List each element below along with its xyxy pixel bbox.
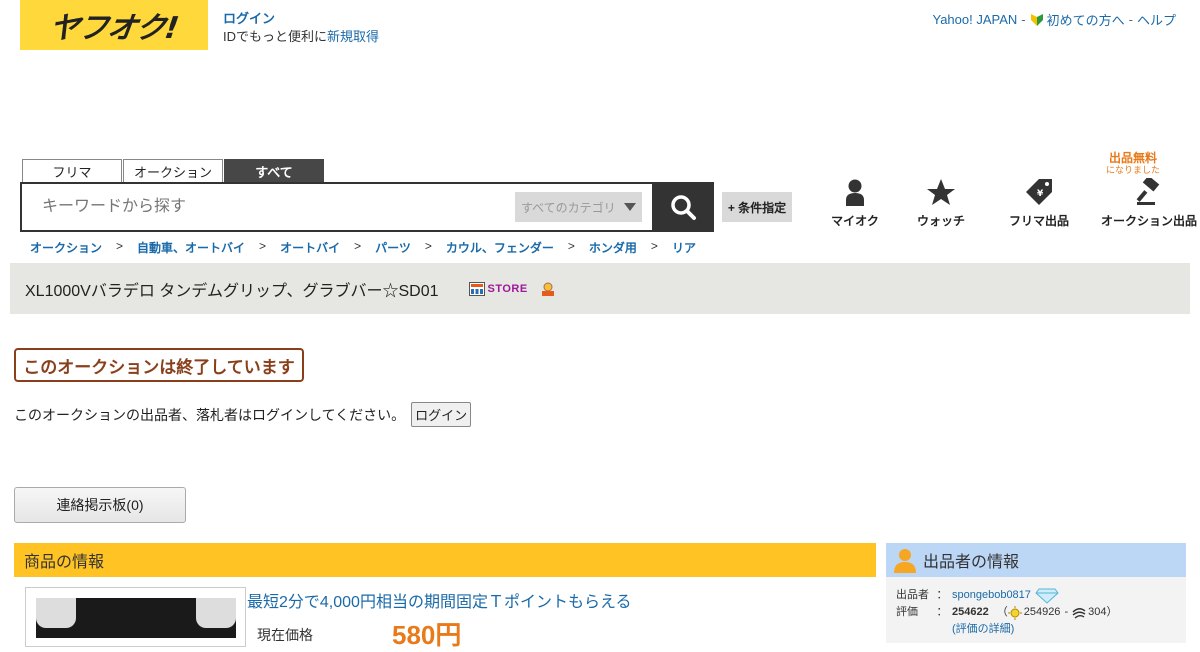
login-prompt: このオークションの出品者、落札者はログインしてください。 ログイン [14, 402, 472, 427]
gavel-icon [1136, 178, 1160, 205]
breadcrumb-separator: > [354, 239, 362, 253]
store-badge[interactable]: STORE [468, 281, 528, 296]
breadcrumb-separator: > [116, 239, 124, 253]
product-photo-detail [196, 598, 236, 628]
free-badge-text: 出品無料 [1108, 151, 1157, 165]
auction-ended-label: このオークションは終了しています [14, 348, 304, 382]
category-select-label: すべてのカテゴリ [521, 200, 616, 215]
breadcrumb: オークション > 自動車、オートバイ > オートバイ > パーツ > カウル、フ… [30, 239, 696, 256]
condition-button[interactable]: + 条件指定 [722, 192, 792, 222]
breadcrumb-separator: > [650, 239, 658, 253]
rating-separator: - [1064, 606, 1069, 618]
nav-furima-sell[interactable]: ¥ フリマ出品 [984, 178, 1094, 229]
breadcrumb-item[interactable]: リア [672, 239, 696, 256]
yahuoku-logo[interactable]: ヤフオク! [20, 0, 208, 50]
search-icon [671, 195, 696, 220]
rating-detail-link[interactable]: (評価の詳細) [952, 623, 1014, 635]
top-links: Yahoo! JAPAN - 初めての方へ - ヘルプ [932, 10, 1176, 29]
search-box: すべてのカテゴリ [20, 182, 714, 232]
logo-text: ヤフオク! [47, 11, 181, 46]
seller-key: 出品者 [896, 589, 929, 601]
svg-text:¥: ¥ [1037, 189, 1044, 199]
search-button[interactable] [652, 182, 714, 232]
nav-label: フリマ出品 [1008, 214, 1069, 228]
nav-icons: マイオク ウォッチ ¥ フリマ出品 オークション出品 [812, 178, 1200, 229]
seller-info-panel: 出品者の情報 出品者 ： spongebob0817 評価 ： 254622 （… [886, 543, 1186, 643]
user-icon [894, 549, 916, 573]
rating-paren: （ [996, 606, 1008, 618]
free-badge-sub: になりました [1105, 165, 1160, 175]
tab-auction[interactable]: オークション [123, 159, 223, 183]
sun-icon [1007, 605, 1022, 620]
item-title-bar: XL1000Vバラデロ タンデムグリップ、グラブバー☆SD01 STORE [10, 263, 1190, 314]
login-link[interactable]: ログイン [223, 11, 275, 26]
nav-watch[interactable]: ウォッチ [898, 178, 984, 229]
seller-details: 出品者 ： spongebob0817 評価 ： 254622 （ 254926… [886, 577, 1186, 638]
search-input[interactable] [22, 184, 515, 230]
login-block: ログイン IDでもっと便利に新規取得 [223, 10, 379, 46]
breadcrumb-separator: > [424, 239, 432, 253]
chevron-down-icon [624, 203, 636, 211]
top-link-separator: - [1128, 12, 1133, 27]
price-value: 580円 [392, 620, 462, 650]
breadcrumb-item[interactable]: カウル、フェンダー [446, 239, 554, 256]
product-photo [36, 598, 236, 638]
nav-myauc[interactable]: マイオク [812, 178, 898, 229]
contact-board-button[interactable]: 連絡掲示板(0) [14, 487, 186, 523]
login-button[interactable]: ログイン [411, 402, 472, 427]
nav-label: オークション出品 [1100, 214, 1197, 228]
tab-all[interactable]: すべて [224, 159, 324, 183]
login-note: IDでもっと便利に [223, 29, 328, 44]
category-select[interactable]: すべてのカテゴリ [515, 192, 642, 222]
beginner-link-label: 初めての方へ [1046, 13, 1125, 28]
product-info-header: 商品の情報 [14, 543, 876, 577]
colon: ： [936, 606, 948, 618]
rating-key: 評価 [896, 606, 918, 618]
nav-label: ウォッチ [916, 214, 965, 228]
seller-badge-icon [541, 282, 554, 296]
seller-header-label: 出品者の情報 [923, 554, 1020, 571]
search-tabs: フリマ オークション すべて [22, 159, 324, 183]
beginner-leaf-icon [1030, 13, 1043, 26]
breadcrumb-separator: > [259, 239, 267, 253]
seller-row: 出品者 ： spongebob0817 [896, 587, 1176, 604]
store-label: STORE [487, 282, 528, 295]
colon: ： [936, 589, 948, 601]
nav-auction-sell[interactable]: オークション出品 [1094, 178, 1200, 229]
rating-score: 254622 [952, 606, 989, 618]
seller-name-link[interactable]: spongebob0817 [952, 587, 1031, 604]
seller-info-header: 出品者の情報 [886, 543, 1186, 577]
good-count: 254926 [1023, 606, 1061, 618]
star-icon [927, 179, 955, 205]
help-link[interactable]: ヘルプ [1137, 10, 1176, 29]
person-icon [846, 179, 864, 206]
breadcrumb-item[interactable]: ホンダ用 [589, 239, 637, 256]
tab-furima[interactable]: フリマ [22, 159, 122, 183]
tag-icon: ¥ [1026, 179, 1052, 205]
breadcrumb-item[interactable]: 自動車、オートバイ [137, 239, 245, 256]
yahoo-japan-link[interactable]: Yahoo! JAPAN [932, 12, 1017, 27]
price-label: 現在価格 [257, 627, 313, 643]
product-info-panel: 商品の情報 最短2分で4,000円相当の期間固定Ｔポイントもらえる 現在価格 5… [14, 543, 876, 650]
login-prompt-text: このオークションの出品者、落札者はログインしてください。 [14, 406, 406, 423]
product-photo-detail [36, 598, 76, 628]
breadcrumb-item[interactable]: オートバイ [280, 239, 340, 256]
rating-row: 評価 ： 254622 （ 254926 - 304 ） [896, 604, 1176, 621]
register-link[interactable]: 新規取得 [327, 29, 379, 44]
breadcrumb-separator: > [567, 239, 575, 253]
rating-paren: ） [1106, 606, 1118, 618]
nav-label: マイオク [831, 214, 879, 228]
diamond-icon [1035, 588, 1059, 604]
storm-icon [1072, 607, 1086, 619]
product-image[interactable] [25, 587, 246, 647]
breadcrumb-item[interactable]: パーツ [375, 239, 411, 256]
top-link-separator: - [1021, 12, 1026, 27]
store-icon [468, 281, 485, 296]
breadcrumb-item[interactable]: オークション [30, 239, 102, 256]
item-title: XL1000Vバラデロ タンデムグリップ、グラブバー☆SD01 [25, 282, 439, 300]
bad-count: 304 [1088, 606, 1107, 618]
beginner-link[interactable]: 初めての方へ [1030, 10, 1125, 29]
free-listing-badge: 出品無料 になりました [1093, 152, 1173, 176]
tpoint-promo-link[interactable]: 最短2分で4,000円相当の期間固定Ｔポイントもらえる [247, 588, 631, 612]
